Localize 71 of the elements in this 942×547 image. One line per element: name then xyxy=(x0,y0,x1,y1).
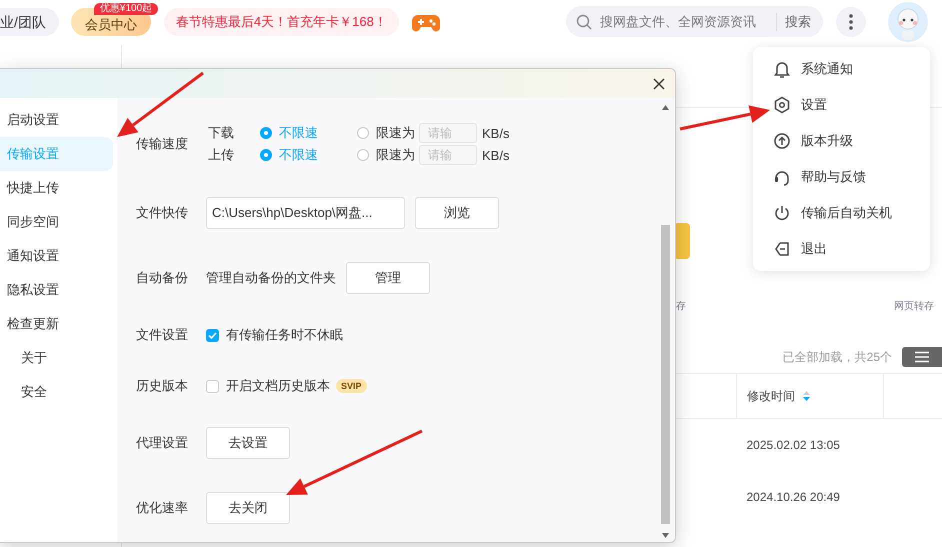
team-button[interactable]: 业/团队 xyxy=(0,8,59,36)
shortcut-label[interactable]: 存 xyxy=(676,299,686,313)
checkbox-label[interactable]: 有传输任务时不休眠 xyxy=(226,326,343,344)
radio-option[interactable]: 限速为 xyxy=(357,124,415,142)
scroll-up-icon[interactable] xyxy=(662,105,668,110)
svip-badge: SVIP xyxy=(336,379,367,393)
menu-item[interactable]: 传输后自动关机 xyxy=(753,195,930,231)
manage-button[interactable]: 管理 xyxy=(346,262,430,294)
power-icon xyxy=(773,204,791,222)
direction-label: 下载 xyxy=(208,124,235,142)
list-view-button[interactable] xyxy=(902,347,942,367)
speed-input[interactable]: 请输 xyxy=(419,123,477,143)
checkbox-label[interactable]: 开启文档历史版本 xyxy=(226,377,330,395)
arrow-up-circle-icon xyxy=(773,132,791,150)
checkbox[interactable] xyxy=(206,328,219,342)
sidebar-item[interactable]: 通知设置 xyxy=(0,239,113,273)
setting-label: 代理设置 xyxy=(136,434,189,452)
action-button[interactable]: 去关闭 xyxy=(206,492,290,524)
sidebar-item[interactable]: 检查更新 xyxy=(0,307,113,341)
gamepad-icon[interactable] xyxy=(412,12,440,32)
exit-icon xyxy=(773,240,791,258)
setting-label: 传输速度 xyxy=(136,135,189,153)
setting-label: 文件设置 xyxy=(136,326,189,344)
shortcut-label[interactable]: 网页转存 xyxy=(894,299,934,313)
radio-option[interactable]: 限速为 xyxy=(357,146,415,164)
sidebar-item[interactable]: 隐私设置 xyxy=(0,273,113,307)
search-icon xyxy=(576,14,592,30)
setting-label: 文件快传 xyxy=(136,204,189,222)
radio-button[interactable] xyxy=(260,149,272,161)
sidebar-item[interactable]: 安全 xyxy=(0,375,113,409)
bell-icon xyxy=(773,60,791,78)
menu-item[interactable]: 版本升级 xyxy=(753,123,930,159)
speed-input[interactable]: 请输 xyxy=(419,145,477,165)
radio-button[interactable] xyxy=(357,149,369,161)
direction-label: 上传 xyxy=(208,146,235,164)
more-icon xyxy=(849,14,853,30)
close-button[interactable] xyxy=(651,76,667,92)
sidebar-item[interactable]: 同步空间 xyxy=(0,205,113,239)
table-cell: 2025.02.02 13:05 xyxy=(746,438,840,452)
scroll-down-icon[interactable] xyxy=(662,533,668,538)
setting-label: 优化速率 xyxy=(136,499,189,517)
promo-banner[interactable]: 春节特惠最后4天！首充年卡￥168！ xyxy=(164,8,399,36)
menu-item[interactable]: 退出 xyxy=(753,231,930,267)
menu-item[interactable]: 系统通知 xyxy=(753,51,930,87)
browse-button[interactable]: 浏览 xyxy=(415,197,499,229)
list-icon xyxy=(914,351,930,363)
setting-label: 历史版本 xyxy=(136,377,189,395)
menu-item[interactable]: 帮助与反馈 xyxy=(753,159,930,195)
avatar-icon[interactable] xyxy=(886,2,930,42)
sidebar-item[interactable]: 快捷上传 xyxy=(0,171,113,205)
unit-label: KB/s xyxy=(482,148,510,162)
load-status: 已全部加载，共25个 xyxy=(782,348,892,366)
unit-label: KB/s xyxy=(482,126,510,140)
sidebar-item[interactable]: 关于 xyxy=(0,341,113,375)
setting-label: 自动备份 xyxy=(136,269,189,287)
sidebar-item[interactable]: 启动设置 xyxy=(0,103,113,137)
discount-badge: 优惠¥100起 xyxy=(94,2,158,14)
table-cell: 2024.10.26 20:49 xyxy=(746,490,840,504)
radio-button[interactable] xyxy=(260,127,272,139)
more-button[interactable] xyxy=(836,6,866,36)
checkbox[interactable] xyxy=(206,380,219,392)
check-icon xyxy=(208,332,217,338)
path-field[interactable]: C:\Users\hp\Desktop\网盘... xyxy=(206,197,405,229)
radio-button[interactable] xyxy=(357,127,369,139)
setting-description: 管理自动备份的文件夹 xyxy=(206,269,336,287)
search-field[interactable]: 搜网盘文件、全网资源资讯 搜索 xyxy=(566,6,823,37)
search-button[interactable]: 搜索 xyxy=(776,12,813,30)
settings-icon xyxy=(773,96,791,114)
menu-item[interactable]: 设置 xyxy=(753,87,930,123)
close-icon xyxy=(653,78,665,90)
action-button[interactable]: 去设置 xyxy=(206,427,290,459)
